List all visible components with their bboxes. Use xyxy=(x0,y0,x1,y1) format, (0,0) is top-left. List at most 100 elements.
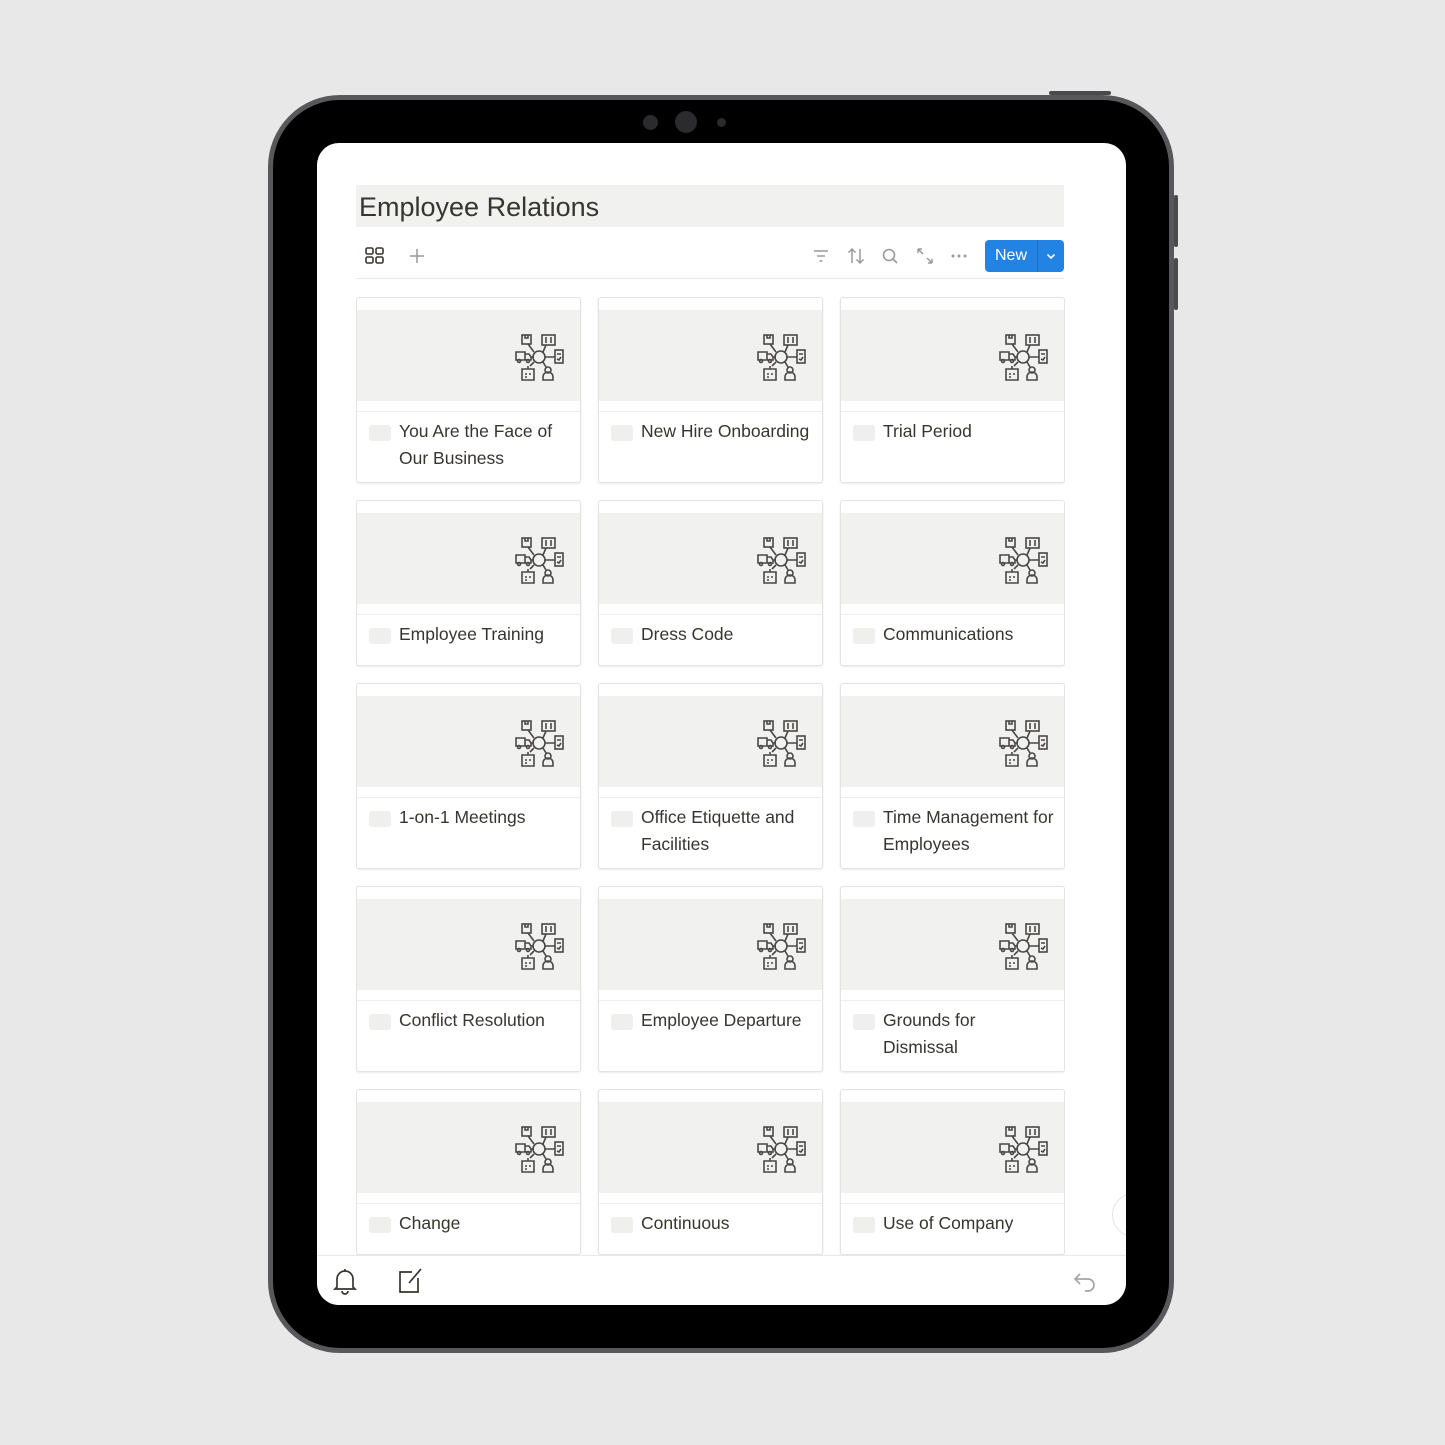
gallery-card[interactable]: Dress Code xyxy=(598,500,823,666)
sort-icon[interactable] xyxy=(845,245,867,267)
camera xyxy=(675,111,697,133)
card-divider xyxy=(599,401,822,412)
gallery-card[interactable]: Grounds for Dismissal xyxy=(840,886,1065,1072)
page-icon xyxy=(369,425,391,441)
card-divider xyxy=(841,401,1064,412)
logistics-network-icon xyxy=(757,720,806,767)
card-cover xyxy=(841,310,1064,401)
floating-help-button[interactable] xyxy=(1112,1193,1126,1237)
gallery-card[interactable]: Communications xyxy=(840,500,1065,666)
gallery-view: You Are the Face of Our Business New Hir… xyxy=(356,297,1065,1255)
gallery-card[interactable]: Office Etiquette and Facilities xyxy=(598,683,823,869)
card-title[interactable]: Use of Company xyxy=(883,1210,1013,1244)
gallery-card[interactable]: You Are the Face of Our Business xyxy=(356,297,581,483)
bell-icon[interactable] xyxy=(331,1266,359,1301)
page-icon xyxy=(853,425,875,441)
logistics-network-icon xyxy=(999,334,1048,381)
gallery-grid-icon[interactable] xyxy=(364,245,386,267)
gallery-card[interactable]: Change xyxy=(356,1089,581,1255)
logistics-network-icon xyxy=(515,720,564,767)
volume-down-button xyxy=(1174,258,1178,310)
card-cover xyxy=(357,513,580,604)
card-title[interactable]: Time Management for Employees xyxy=(883,804,1054,858)
card-divider xyxy=(357,990,580,1001)
sensor xyxy=(643,115,658,130)
undo-icon[interactable] xyxy=(1071,1266,1099,1301)
card-cover xyxy=(599,1102,822,1193)
page-icon xyxy=(369,811,391,827)
card-cover xyxy=(357,310,580,401)
compose-icon[interactable] xyxy=(396,1266,424,1301)
card-title[interactable]: Grounds for Dismissal xyxy=(883,1007,1054,1061)
volume-up-button xyxy=(1174,195,1178,247)
card-cover xyxy=(599,696,822,787)
gallery-card[interactable]: Conflict Resolution xyxy=(356,886,581,1072)
logistics-network-icon xyxy=(515,537,564,584)
logistics-network-icon xyxy=(515,1126,564,1173)
expand-icon[interactable] xyxy=(914,245,936,267)
gallery-card[interactable]: Trial Period xyxy=(840,297,1065,483)
bottom-bar xyxy=(317,1255,1126,1305)
card-title[interactable]: Office Etiquette and Facilities xyxy=(641,804,812,858)
page-icon xyxy=(369,628,391,644)
page-icon xyxy=(369,1217,391,1233)
logistics-network-icon xyxy=(999,720,1048,767)
card-title[interactable]: Change xyxy=(399,1210,460,1244)
page-icon xyxy=(611,1217,633,1233)
card-title[interactable]: Trial Period xyxy=(883,418,972,452)
page-icon xyxy=(611,811,633,827)
search-icon[interactable] xyxy=(879,245,901,267)
card-cover xyxy=(599,899,822,990)
card-cover xyxy=(599,513,822,604)
card-title[interactable]: Employee Departure xyxy=(641,1007,802,1041)
card-divider xyxy=(599,990,822,1001)
title-bar: Employee Relations xyxy=(356,185,1064,227)
screen: Employee Relations New You Are the Face … xyxy=(317,143,1126,1305)
card-title[interactable]: You Are the Face of Our Business xyxy=(399,418,570,472)
card-cover xyxy=(357,696,580,787)
plus-icon[interactable] xyxy=(406,245,428,267)
card-title[interactable]: Conflict Resolution xyxy=(399,1007,545,1041)
card-title[interactable]: Continuous xyxy=(641,1210,730,1244)
gallery-card[interactable]: New Hire Onboarding xyxy=(598,297,823,483)
card-title[interactable]: Communications xyxy=(883,621,1013,655)
sensor-small xyxy=(717,118,726,127)
card-divider xyxy=(599,787,822,798)
logistics-network-icon xyxy=(757,923,806,970)
chevron-down-icon[interactable] xyxy=(1038,240,1064,272)
database-toolbar: New xyxy=(356,239,1064,279)
card-title[interactable]: Dress Code xyxy=(641,621,733,655)
card-cover xyxy=(841,899,1064,990)
page-icon xyxy=(853,1217,875,1233)
logistics-network-icon xyxy=(757,334,806,381)
card-title[interactable]: New Hire Onboarding xyxy=(641,418,809,452)
gallery-card[interactable]: Employee Departure xyxy=(598,886,823,1072)
card-cover xyxy=(599,310,822,401)
page-icon xyxy=(853,1014,875,1030)
new-button[interactable]: New xyxy=(985,240,1064,272)
top-button xyxy=(1049,91,1111,95)
card-cover xyxy=(841,1102,1064,1193)
card-divider xyxy=(599,1193,822,1204)
logistics-network-icon xyxy=(999,537,1048,584)
gallery-card[interactable]: 1-on-1 Meetings xyxy=(356,683,581,869)
filter-icon[interactable] xyxy=(810,245,832,267)
more-icon[interactable] xyxy=(948,245,970,267)
card-divider xyxy=(357,1193,580,1204)
card-cover xyxy=(357,899,580,990)
gallery-card[interactable]: Continuous xyxy=(598,1089,823,1255)
page-icon xyxy=(611,1014,633,1030)
logistics-network-icon xyxy=(515,923,564,970)
card-divider xyxy=(357,604,580,615)
page-title[interactable]: Employee Relations xyxy=(359,192,599,223)
gallery-card[interactable]: Time Management for Employees xyxy=(840,683,1065,869)
logistics-network-icon xyxy=(515,334,564,381)
gallery-card[interactable]: Use of Company xyxy=(840,1089,1065,1255)
gallery-card[interactable]: Employee Training xyxy=(356,500,581,666)
page-icon xyxy=(853,811,875,827)
page-icon xyxy=(369,1014,391,1030)
new-button-label[interactable]: New xyxy=(985,240,1038,272)
card-cover xyxy=(841,513,1064,604)
card-title[interactable]: 1-on-1 Meetings xyxy=(399,804,525,838)
card-title[interactable]: Employee Training xyxy=(399,621,544,655)
